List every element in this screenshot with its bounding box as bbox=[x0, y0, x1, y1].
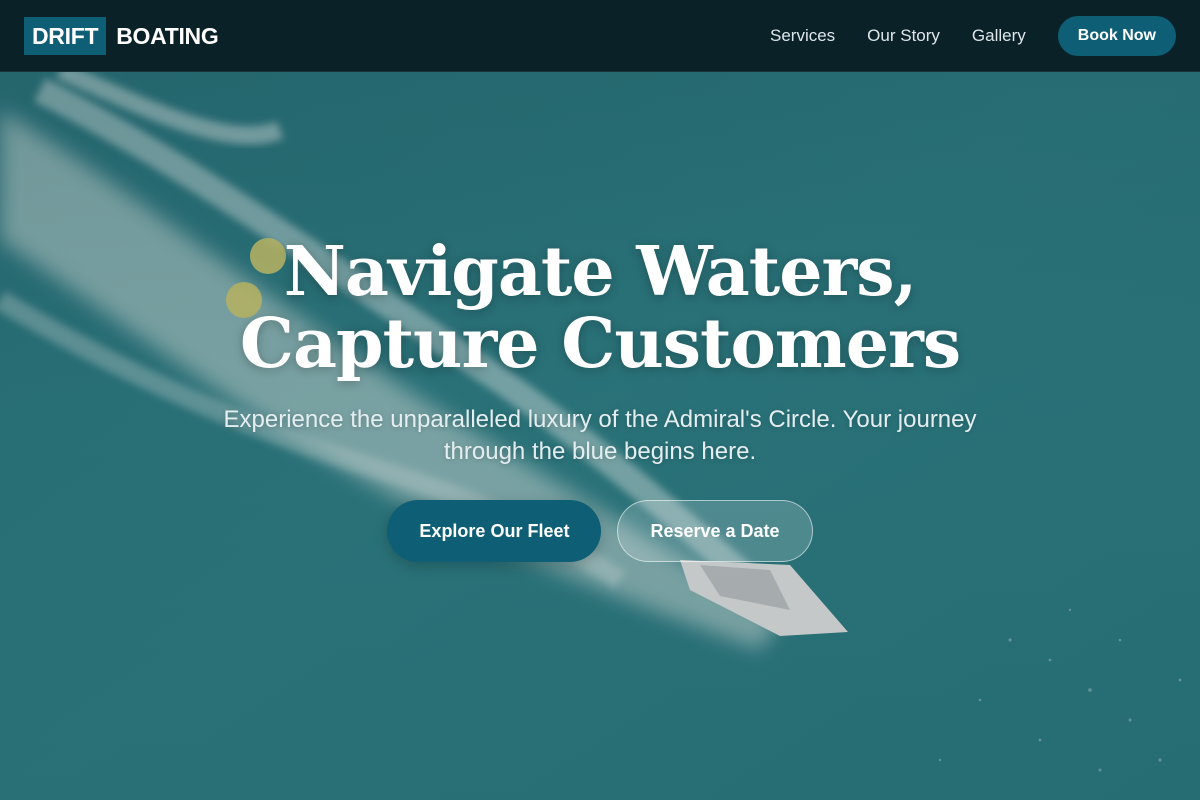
page: DRIFT BOATING Services Our Story Gallery… bbox=[0, 0, 1200, 800]
brand-logo[interactable]: DRIFT BOATING bbox=[24, 17, 219, 55]
hero-subtitle: Experience the unparalleled luxury of th… bbox=[223, 406, 977, 465]
explore-fleet-button[interactable]: Explore Our Fleet bbox=[387, 500, 602, 562]
hero-overlay bbox=[0, 0, 1200, 800]
hero-actions: Explore Our Fleet Reserve a Date bbox=[0, 500, 1200, 562]
nav-link-our-story[interactable]: Our Story bbox=[867, 26, 940, 46]
navbar: DRIFT BOATING Services Our Story Gallery… bbox=[0, 0, 1200, 72]
nav-menu: Services Our Story Gallery Book Now bbox=[770, 0, 1176, 72]
brand-logo-boxed-word: DRIFT bbox=[24, 17, 107, 55]
reserve-date-button[interactable]: Reserve a Date bbox=[617, 500, 813, 562]
nav-link-gallery[interactable]: Gallery bbox=[972, 26, 1026, 46]
nav-link-services[interactable]: Services bbox=[770, 26, 835, 46]
book-now-button[interactable]: Book Now bbox=[1057, 16, 1176, 56]
brand-logo-word: BOATING bbox=[116, 22, 219, 49]
hero-title: Navigate Waters, Capture Customers bbox=[239, 232, 961, 384]
